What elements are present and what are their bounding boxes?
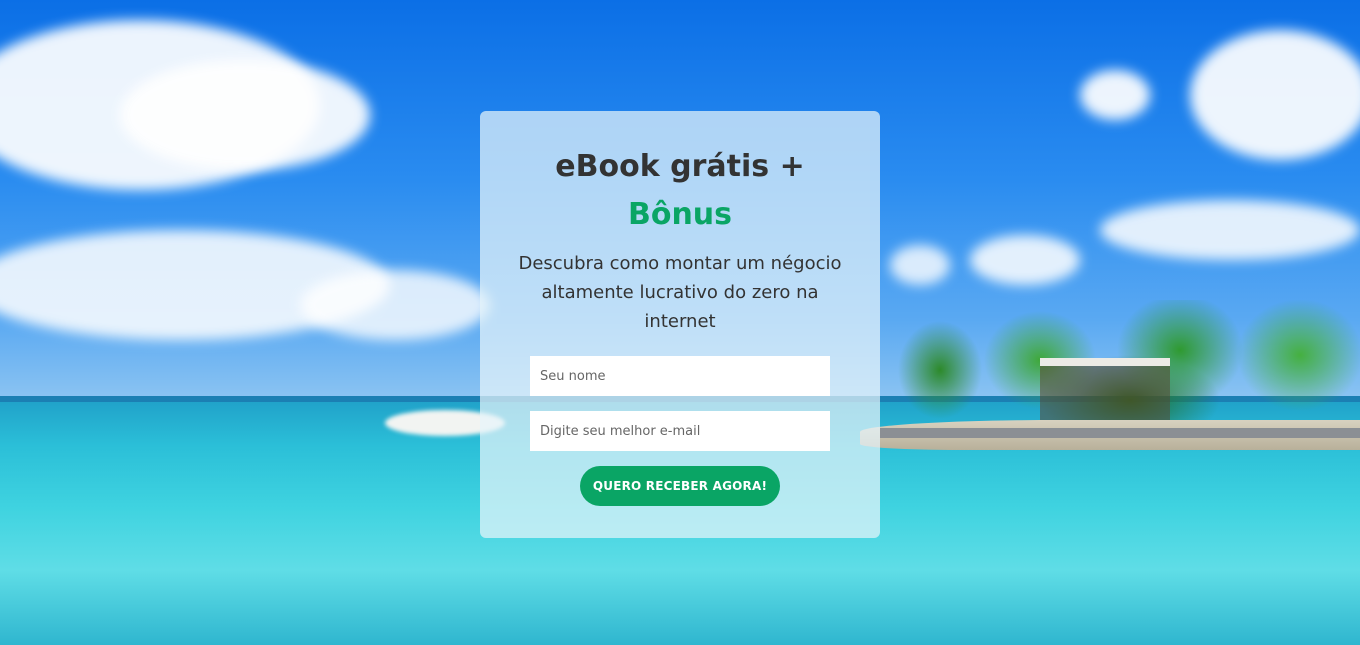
card-title-accent: Bônus bbox=[627, 197, 733, 232]
card-title: eBook grátis + Bônus bbox=[480, 111, 880, 239]
background-island bbox=[860, 300, 1360, 460]
submit-button[interactable]: QUERO RECEBER AGORA! bbox=[580, 466, 780, 506]
pier bbox=[880, 428, 1360, 438]
name-input[interactable] bbox=[530, 356, 830, 396]
background-cloud bbox=[120, 60, 370, 170]
background-cloud bbox=[300, 270, 490, 340]
card-description: Descubra como montar um négocio altament… bbox=[518, 253, 842, 332]
landing-page: eBook grátis + Bônus Descubra como monta… bbox=[0, 0, 1360, 645]
background-cloud bbox=[970, 235, 1080, 285]
beach-hut bbox=[1040, 358, 1170, 426]
background-cloud bbox=[1080, 70, 1150, 120]
background-cloud bbox=[1100, 200, 1360, 260]
background-cloud bbox=[890, 245, 950, 285]
background-cloud bbox=[1190, 30, 1360, 160]
signup-card: eBook grátis + Bônus Descubra como monta… bbox=[480, 111, 880, 538]
card-title-main: eBook grátis + bbox=[555, 149, 805, 184]
email-input[interactable] bbox=[530, 411, 830, 451]
